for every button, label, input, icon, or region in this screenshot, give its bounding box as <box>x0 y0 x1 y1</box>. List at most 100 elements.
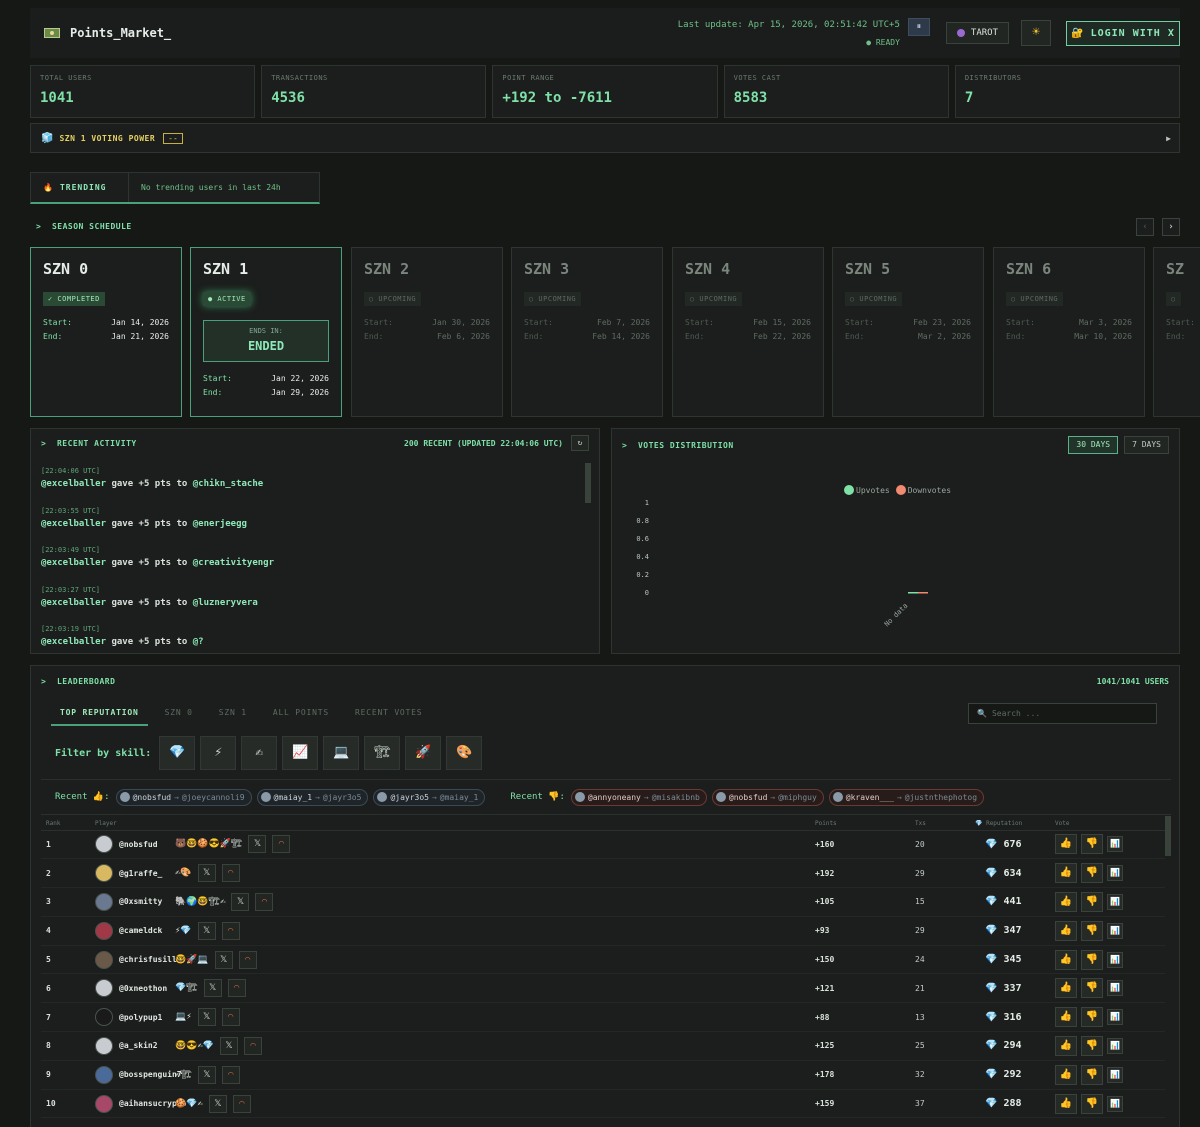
recent-vote-chip[interactable]: @jayr3o5 → @maiay_1 <box>373 788 486 806</box>
downvote-button[interactable]: 👎 <box>1081 891 1103 912</box>
tab-szn-1[interactable]: SZN 1 <box>210 702 256 726</box>
downvote-button[interactable]: 👎 <box>1081 1035 1103 1056</box>
avatar[interactable] <box>95 892 113 911</box>
avatar[interactable] <box>95 1036 113 1055</box>
arena-profile-icon[interactable]: ◠ <box>244 1036 263 1055</box>
tab-top-reputation[interactable]: TOP REPUTATION <box>51 702 148 726</box>
arena-profile-icon[interactable]: ◠ <box>221 864 240 883</box>
receiver-link[interactable]: @chikn_stache <box>193 479 263 489</box>
skill-writing-button[interactable]: ✍ <box>241 736 278 770</box>
upvote-button[interactable]: 👍 <box>1055 1093 1077 1114</box>
login-with-x-button[interactable]: 🔐 LOGIN WITH X <box>1066 20 1180 46</box>
x-profile-icon[interactable]: 𝕏 <box>197 1008 216 1027</box>
table-row[interactable]: 3 @0xsmitty 🐘🌍🤓🏗✍ 𝕏 ◠ +105 15 💎 441 👍 👎 📊 <box>41 887 1165 917</box>
receiver-link[interactable]: @? <box>193 637 204 647</box>
upvote-button[interactable]: 👍 <box>1055 863 1077 884</box>
expand-arrow-icon[interactable]: ▶ <box>1166 134 1171 143</box>
giver-link[interactable]: @excelballer <box>41 637 106 647</box>
upvote-button[interactable]: 👍 <box>1055 1064 1077 1085</box>
avatar[interactable] <box>95 921 113 940</box>
stats-chart-button[interactable]: 📊 <box>1107 922 1123 939</box>
downvote-button[interactable]: 👎 <box>1081 978 1103 999</box>
trending-tab[interactable]: 🔥 TRENDING <box>31 173 129 202</box>
table-row[interactable]: 1 @nobsfud 🐻🤓🍪😎🚀🏗 𝕏 ◠ +160 20 💎 676 👍 👎 📊 <box>41 830 1165 860</box>
table-row[interactable]: 5 @chrisfusillo 🤓🚀💻 𝕏 ◠ +150 24 💎 345 👍 👎 📊 <box>41 945 1165 975</box>
downvote-button[interactable]: 👎 <box>1081 1064 1103 1085</box>
table-row[interactable]: 4 @cameldck ⚡💎 𝕏 ◠ +93 29 💎 347 👍 👎 📊 <box>41 916 1165 946</box>
season-card[interactable]: SZN 0 ✓ COMPLETED Start: Jan 14, 2026 End… <box>30 247 182 417</box>
col-player[interactable]: Player <box>95 818 815 831</box>
table-scrollbar[interactable] <box>1165 816 1171 856</box>
arena-profile-icon[interactable]: ◠ <box>221 1065 240 1084</box>
season-card[interactable]: SZN 3 ○ UPCOMING Start: Feb 7, 2026 End: F… <box>511 247 663 417</box>
player-name[interactable]: @0xneothon <box>119 984 175 993</box>
avatar[interactable] <box>95 1065 113 1084</box>
x-profile-icon[interactable]: 𝕏 <box>197 921 216 940</box>
skill-laptop-button[interactable]: 💻 <box>323 736 360 770</box>
receiver-link[interactable]: @luzneryvera <box>193 598 258 608</box>
voting-power-bar[interactable]: 🧊 SZN 1 VOTING POWER -- ▶ <box>30 123 1180 153</box>
recent-vote-chip[interactable]: @annyoneany → @misakibnb <box>570 788 707 806</box>
avatar[interactable] <box>95 835 113 854</box>
downvote-button[interactable]: 👎 <box>1081 1007 1103 1028</box>
skill-crane-button[interactable]: 🏗 <box>364 736 401 770</box>
table-row[interactable]: 7 @polypup1 💻⚡ 𝕏 ◠ +88 13 💎 316 👍 👎 📊 <box>41 1002 1165 1033</box>
arena-profile-icon[interactable]: ◠ <box>221 1008 240 1027</box>
app-logo[interactable]: Points_Market_ <box>44 26 171 40</box>
recent-vote-chip[interactable]: @kraven___ → @justnthephotog <box>828 788 985 806</box>
col-reputation[interactable]: 💎 Reputation <box>965 818 1055 831</box>
player-name[interactable]: @a_skin2 <box>119 1041 175 1050</box>
avatar[interactable] <box>95 979 113 998</box>
receiver-link[interactable]: @enerjeegg <box>193 519 247 529</box>
skill-chart-button[interactable]: 📈 <box>282 736 319 770</box>
skill-lightning-button[interactable]: ⚡ <box>200 736 237 770</box>
skill-palette-button[interactable]: 🎨 <box>446 736 483 770</box>
player-name[interactable]: @polypup1 <box>119 1013 175 1022</box>
player-name[interactable]: @bosspenguin7 <box>119 1070 182 1079</box>
giver-link[interactable]: @excelballer <box>41 479 106 489</box>
upvote-button[interactable]: 👍 <box>1055 949 1077 970</box>
stats-chart-button[interactable]: 📊 <box>1107 951 1123 968</box>
skill-gem-button[interactable]: 💎 <box>159 736 196 770</box>
tab-all-points[interactable]: ALL POINTS <box>264 702 338 726</box>
downvote-button[interactable]: 👎 <box>1081 920 1103 941</box>
player-name[interactable]: @chrisfusillo <box>119 955 182 964</box>
tab-recent-votes[interactable]: RECENT VOTES <box>346 702 431 726</box>
upvote-button[interactable]: 👍 <box>1055 891 1077 912</box>
downvote-button[interactable]: 👎 <box>1081 834 1103 855</box>
arena-profile-icon[interactable]: ◠ <box>255 892 274 911</box>
table-row[interactable]: 9 @bosspenguin7 ✍🏗 𝕏 ◠ +178 32 💎 292 👍 👎 📊 <box>41 1060 1165 1090</box>
season-card[interactable]: SZN 2 ○ UPCOMING Start: Jan 30, 2026 End:… <box>351 247 503 417</box>
stats-chart-button[interactable]: 📊 <box>1107 1066 1123 1083</box>
table-row[interactable]: 8 @a_skin2 🤓😎✍💎 𝕏 ◠ +125 25 💎 294 👍 👎 📊 <box>41 1031 1165 1061</box>
season-card[interactable]: SZ ○ Start: End: <box>1153 247 1200 417</box>
stats-chart-button[interactable]: 📊 <box>1107 1009 1123 1026</box>
x-profile-icon[interactable]: 𝕏 <box>220 1036 239 1055</box>
giver-link[interactable]: @excelballer <box>41 558 106 568</box>
season-card[interactable]: SZN 6 ○ UPCOMING Start: Mar 3, 2026 End: M… <box>993 247 1145 417</box>
upvote-button[interactable]: 👍 <box>1055 920 1077 941</box>
x-profile-icon[interactable]: 𝕏 <box>248 835 267 854</box>
table-row[interactable]: 6 @0xneothon 💎🏗 𝕏 ◠ +121 21 💎 337 👍 👎 📊 <box>41 973 1165 1004</box>
prev-season-button[interactable]: ‹ <box>1136 218 1154 236</box>
x-profile-icon[interactable]: 𝕏 <box>197 864 216 883</box>
upvote-button[interactable]: 👍 <box>1055 1007 1077 1028</box>
downvote-button[interactable]: 👎 <box>1081 949 1103 970</box>
giver-link[interactable]: @excelballer <box>41 519 106 529</box>
col-rank[interactable]: Rank <box>41 818 95 831</box>
stats-chart-button[interactable]: 📊 <box>1107 1095 1123 1112</box>
x-profile-icon[interactable]: 𝕏 <box>231 892 250 911</box>
search-input[interactable]: 🔍 Search ... <box>968 703 1157 724</box>
giver-link[interactable]: @excelballer <box>41 598 106 608</box>
arena-profile-icon[interactable]: ◠ <box>238 950 257 969</box>
col-txs[interactable]: Txs <box>915 818 965 831</box>
avatar[interactable] <box>95 950 113 969</box>
upvote-button[interactable]: 👍 <box>1055 978 1077 999</box>
avatar[interactable] <box>95 1008 113 1027</box>
x-profile-icon[interactable]: 𝕏 <box>203 979 222 998</box>
stats-chart-button[interactable]: 📊 <box>1107 980 1123 997</box>
next-season-button[interactable]: › <box>1162 218 1180 236</box>
upvote-button[interactable]: 👍 <box>1055 834 1077 855</box>
season-card[interactable]: SZN 4 ○ UPCOMING Start: Feb 15, 2026 End:… <box>672 247 824 417</box>
arena-profile-icon[interactable]: ◠ <box>227 979 246 998</box>
